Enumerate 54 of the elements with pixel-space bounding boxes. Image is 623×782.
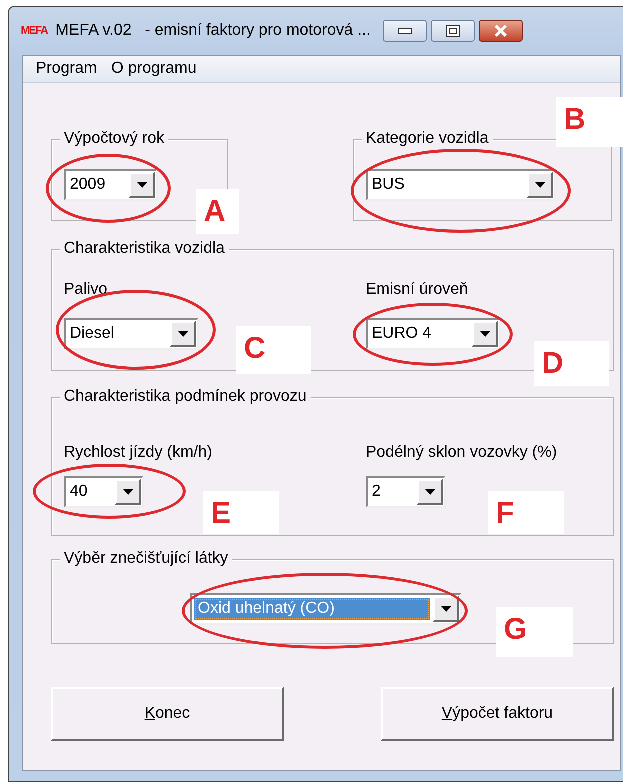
annotation-letter: B	[556, 97, 623, 147]
dropdown-button[interactable]	[129, 172, 155, 198]
menu-item[interactable]: Program	[29, 60, 104, 78]
caret-icon	[534, 182, 546, 188]
menu-item[interactable]: O programu	[104, 60, 204, 78]
dropdown-value: Diesel	[69, 324, 116, 344]
field-label: Rychlost jízdy (km/h)	[64, 444, 214, 462]
caret-icon	[480, 331, 490, 337]
group-title: Charakteristika podmínek provozu	[60, 388, 311, 406]
annotation-letter: G	[496, 607, 573, 657]
group-title: Kategorie vozidla	[362, 130, 493, 148]
close-button[interactable]	[478, 20, 523, 42]
caret-icon	[178, 331, 188, 337]
dropdown-field[interactable]: BUS	[366, 169, 556, 201]
caret-icon	[440, 606, 452, 612]
dropdown-value: 40	[69, 482, 89, 502]
window-title: MEFA v.02 - emisní faktory pro motorová ...	[56, 22, 371, 40]
group-title: Výpočtový rok	[60, 130, 168, 148]
minimize-button[interactable]	[382, 20, 427, 42]
dropdown-button[interactable]	[527, 172, 553, 198]
dropdown-button[interactable]	[115, 479, 141, 505]
dialog-button[interactable]: Výpočet faktoru	[381, 687, 614, 741]
dropdown-button[interactable]	[170, 321, 196, 347]
dialog-button[interactable]: Konec	[51, 687, 284, 741]
dropdown-value: Oxid uhelnatý (CO)	[194, 598, 430, 620]
field-label: Emisní úroveň	[366, 281, 470, 299]
caret-icon	[424, 489, 436, 495]
dropdown-value: EURO 4	[371, 324, 433, 344]
annotation-letter: A	[196, 189, 239, 234]
field-label: Podélný sklon vozovky (%)	[366, 444, 558, 462]
maximize-button[interactable]	[430, 20, 475, 42]
dropdown-field[interactable]: Diesel	[64, 318, 199, 350]
field-label: Palivo	[64, 281, 109, 299]
maximize-icon	[446, 25, 460, 37]
annotation-letter: F	[488, 491, 564, 534]
minimize-icon	[398, 28, 412, 34]
annotation-letter: D	[534, 341, 609, 386]
dropdown-field[interactable]: EURO 4	[366, 318, 501, 350]
dropdown-button[interactable]	[433, 596, 459, 622]
dropdown-button[interactable]	[472, 321, 498, 347]
dropdown-button[interactable]	[417, 479, 443, 505]
caret-icon	[136, 182, 148, 188]
dropdown-value: 2009	[69, 175, 107, 195]
caret-icon	[122, 489, 134, 495]
group-title: Výběr znečišťující látky	[60, 550, 232, 568]
annotation-letter: E	[203, 491, 279, 534]
dropdown-value: BUS	[371, 175, 406, 195]
close-icon	[494, 25, 508, 37]
annotation-letter: C	[236, 326, 311, 374]
dropdown-field[interactable]: 2	[366, 476, 446, 508]
dropdown-field[interactable]: 2009	[64, 169, 158, 201]
dropdown-value: 2	[371, 482, 382, 502]
app-logo: MEFA	[21, 26, 48, 36]
dropdown-field[interactable]: 40	[64, 476, 144, 508]
